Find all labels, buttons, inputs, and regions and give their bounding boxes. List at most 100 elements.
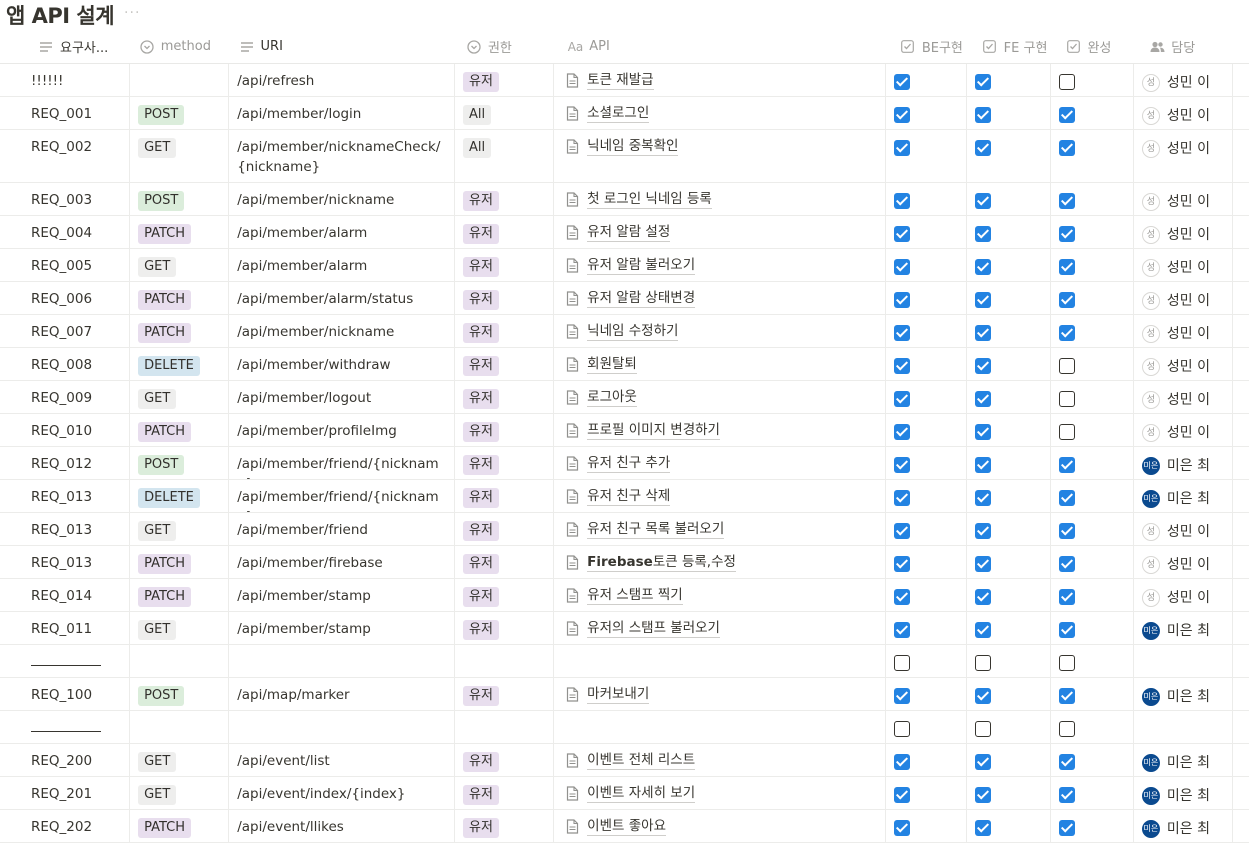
req-cell[interactable]: REQ_014 bbox=[0, 579, 131, 611]
method-cell[interactable] bbox=[130, 645, 230, 677]
api-page-link[interactable]: 첫 로그인 닉네임 등록 bbox=[564, 190, 712, 209]
req-cell[interactable]: REQ_002 bbox=[0, 130, 131, 182]
done-checkbox[interactable] bbox=[1058, 140, 1075, 156]
be-checkbox[interactable] bbox=[893, 74, 910, 90]
be-checkbox[interactable] bbox=[893, 622, 910, 638]
uri-cell[interactable]: /api/member/friend/{nickname} bbox=[229, 447, 456, 479]
permission-cell[interactable]: 유저 bbox=[455, 678, 555, 710]
fe-checkbox[interactable] bbox=[975, 754, 992, 770]
be-checkbox[interactable] bbox=[893, 259, 910, 275]
owner-cell[interactable]: 미은 미은 최 bbox=[1134, 447, 1233, 479]
table-row[interactable]: REQ_010 PATCH/api/member/profileImg 유저 프로필 … bbox=[0, 414, 1249, 447]
req-cell[interactable]: REQ_200 bbox=[0, 744, 131, 776]
done-checkbox[interactable] bbox=[1058, 193, 1075, 209]
uri-cell[interactable]: /api/member/alarm/status bbox=[229, 282, 456, 314]
table-row[interactable]: REQ_013 PATCH/api/member/firebase 유저 Fireba… bbox=[0, 546, 1249, 579]
fe-checkbox[interactable] bbox=[975, 226, 992, 242]
method-cell[interactable]: GET bbox=[130, 744, 230, 776]
fe-checkbox[interactable] bbox=[975, 457, 992, 473]
api-page-link[interactable]: 유저 알람 상태변경 bbox=[564, 289, 696, 308]
method-cell[interactable]: GET bbox=[130, 381, 230, 413]
owner-cell[interactable]: 미은 미은 최 bbox=[1134, 777, 1233, 809]
be-checkbox[interactable] bbox=[893, 107, 910, 123]
column-header-owner[interactable]: 담당 bbox=[1141, 30, 1241, 63]
permission-cell[interactable]: 유저 bbox=[455, 249, 555, 281]
permission-cell[interactable]: 유저 bbox=[455, 315, 555, 347]
method-cell[interactable]: GET bbox=[130, 130, 230, 182]
owner-cell[interactable]: 성 성민 이 bbox=[1134, 130, 1233, 182]
fe-checkbox[interactable] bbox=[975, 140, 992, 156]
be-checkbox[interactable] bbox=[893, 589, 910, 605]
table-row[interactable] bbox=[0, 711, 1249, 744]
owner-cell[interactable]: 성 성민 이 bbox=[1134, 249, 1233, 281]
column-header-be[interactable]: BE구현 bbox=[892, 30, 974, 63]
api-page-link[interactable]: 로그아웃 bbox=[564, 388, 637, 407]
req-cell[interactable]: REQ_100 bbox=[0, 678, 131, 710]
be-checkbox[interactable] bbox=[893, 754, 910, 770]
uri-cell[interactable]: /api/member/nickname bbox=[229, 183, 456, 215]
method-cell[interactable]: DELETE bbox=[130, 480, 230, 512]
api-cell[interactable]: 유저 스탬프 찍기 bbox=[554, 579, 886, 611]
api-page-link[interactable]: 프로필 이미지 변경하기 bbox=[564, 421, 720, 440]
done-checkbox[interactable] bbox=[1058, 259, 1075, 275]
owner-cell[interactable]: 성 성민 이 bbox=[1134, 97, 1233, 129]
req-cell[interactable]: REQ_006 bbox=[0, 282, 131, 314]
api-cell[interactable]: 닉네임 수정하기 bbox=[554, 315, 886, 347]
owner-cell[interactable] bbox=[1134, 645, 1233, 677]
done-checkbox[interactable] bbox=[1058, 107, 1075, 123]
permission-cell[interactable]: 유저 bbox=[455, 777, 555, 809]
table-row[interactable]: REQ_008 DELETE/api/member/withdraw 유저 회원탈퇴 성… bbox=[0, 348, 1249, 381]
be-checkbox[interactable] bbox=[893, 721, 910, 737]
be-checkbox[interactable] bbox=[893, 226, 910, 242]
table-row[interactable] bbox=[0, 645, 1249, 678]
method-cell[interactable] bbox=[130, 711, 230, 743]
done-checkbox[interactable] bbox=[1058, 787, 1075, 803]
fe-checkbox[interactable] bbox=[975, 787, 992, 803]
api-page-link[interactable]: 이벤트 좋아요 bbox=[564, 817, 666, 836]
method-cell[interactable]: PATCH bbox=[130, 546, 230, 578]
uri-cell[interactable]: /api/member/nicknameCheck/{nickname} bbox=[229, 130, 456, 182]
uri-cell[interactable]: /api/member/friend/{nickname} bbox=[229, 480, 456, 512]
permission-cell[interactable]: 유저 bbox=[455, 480, 555, 512]
owner-cell[interactable]: 성 성민 이 bbox=[1134, 315, 1233, 347]
api-cell[interactable]: 유저 친구 목록 불러오기 bbox=[554, 513, 886, 545]
req-cell[interactable]: REQ_202 bbox=[0, 810, 131, 842]
api-cell[interactable]: 마커보내기 bbox=[554, 678, 886, 710]
method-cell[interactable]: GET bbox=[130, 513, 230, 545]
req-cell[interactable]: REQ_201 bbox=[0, 777, 131, 809]
method-cell[interactable]: PATCH bbox=[130, 414, 230, 446]
api-cell[interactable] bbox=[554, 711, 886, 743]
uri-cell[interactable]: /api/map/marker bbox=[229, 678, 456, 710]
uri-cell[interactable]: /api/event/list bbox=[229, 744, 456, 776]
uri-cell[interactable]: /api/member/stamp bbox=[229, 579, 456, 611]
uri-cell[interactable]: /api/member/login bbox=[229, 97, 456, 129]
table-row[interactable]: REQ_004 PATCH/api/member/alarm 유저 유저 알람 설정 성… bbox=[0, 216, 1249, 249]
req-cell[interactable]: REQ_007 bbox=[0, 315, 131, 347]
fe-checkbox[interactable] bbox=[975, 74, 992, 90]
api-page-link[interactable]: 토큰 재발급 bbox=[564, 71, 654, 90]
api-cell[interactable]: 이벤트 좋아요 bbox=[554, 810, 886, 842]
fe-checkbox[interactable] bbox=[975, 523, 992, 539]
api-cell[interactable]: 유저 친구 삭제 bbox=[554, 480, 886, 512]
table-row[interactable]: REQ_011 GET/api/member/stamp 유저 유저의 스탬프 불러오… bbox=[0, 612, 1249, 645]
table-row[interactable]: REQ_012 POST/api/member/friend/{nickname}… bbox=[0, 447, 1249, 480]
req-cell[interactable]: REQ_013 bbox=[0, 546, 131, 578]
uri-cell[interactable]: /api/member/logout bbox=[229, 381, 456, 413]
permission-cell[interactable]: 유저 bbox=[455, 64, 555, 96]
api-page-link[interactable]: 유저의 스탬프 불러오기 bbox=[564, 619, 720, 638]
req-cell[interactable] bbox=[0, 711, 131, 743]
column-header-method[interactable]: method bbox=[131, 30, 231, 63]
be-checkbox[interactable] bbox=[893, 391, 910, 407]
owner-cell[interactable]: 미은 미은 최 bbox=[1134, 678, 1233, 710]
method-cell[interactable]: GET bbox=[130, 249, 230, 281]
method-cell[interactable]: DELETE bbox=[130, 348, 230, 380]
api-cell[interactable]: 프로필 이미지 변경하기 bbox=[554, 414, 886, 446]
done-checkbox[interactable] bbox=[1058, 457, 1075, 473]
fe-checkbox[interactable] bbox=[975, 721, 992, 737]
permission-cell[interactable]: 유저 bbox=[455, 381, 555, 413]
uri-cell[interactable]: /api/member/alarm bbox=[229, 249, 456, 281]
method-cell[interactable]: POST bbox=[130, 97, 230, 129]
done-checkbox[interactable] bbox=[1058, 754, 1075, 770]
uri-cell[interactable]: /api/member/alarm bbox=[229, 216, 456, 248]
owner-cell[interactable]: 성 성민 이 bbox=[1134, 64, 1233, 96]
